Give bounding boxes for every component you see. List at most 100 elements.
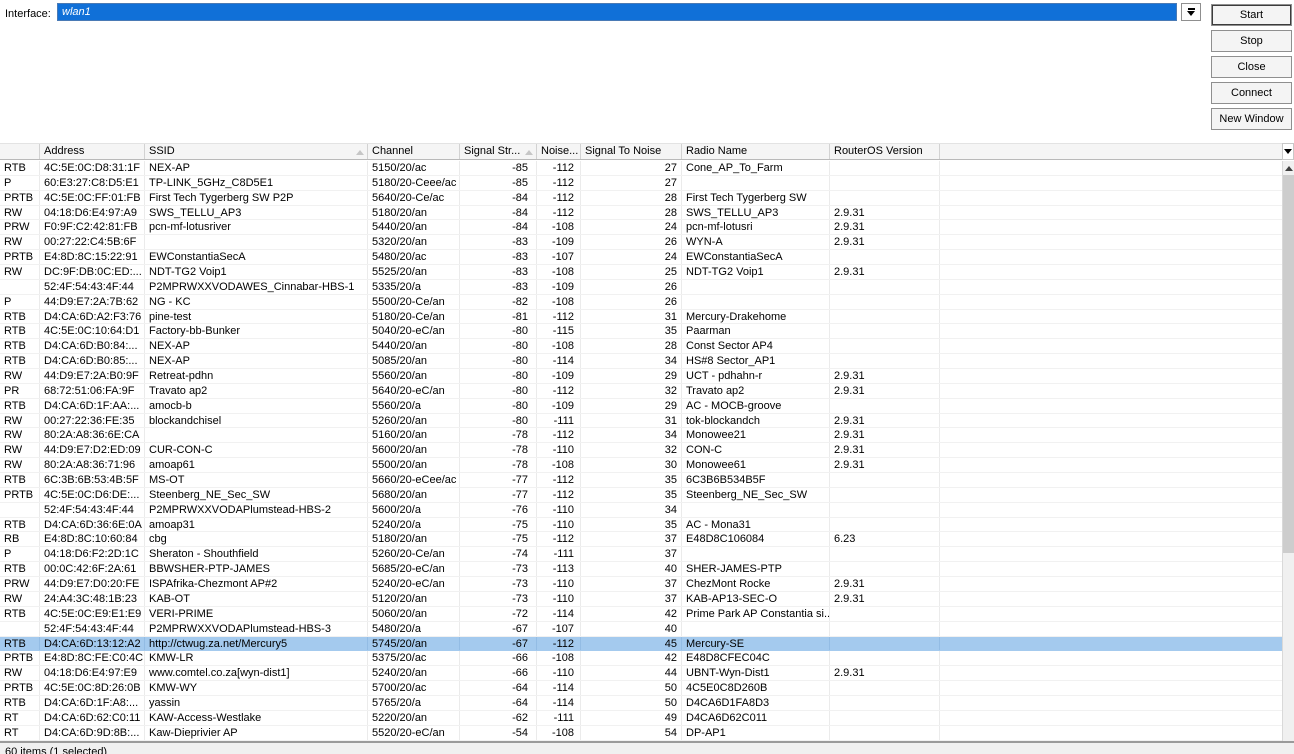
cell: 40 xyxy=(581,562,682,577)
table-row[interactable]: RTB D4:CA:6D:1F:AA:... amocb-b 5560/20/a -80… xyxy=(0,398,1282,414)
cell: 4C:5E:0C:D8:31:1F xyxy=(40,161,145,175)
table-row[interactable]: PRTB E4:8D:8C:FE:C0:4C KMW-LR 5375/20/ac -66… xyxy=(0,651,1282,667)
table-row[interactable]: RB E4:8D:8C:10:60:84 cbg 5180/20/an -75 -112 3… xyxy=(0,532,1282,548)
table-row[interactable]: 52:4F:54:43:4F:44 P2MPRWXXVODAPlumstead-H… xyxy=(0,502,1282,518)
table-row[interactable]: RT D4:CA:6D:9D:8B:... Kaw-Dieprivier AP 552… xyxy=(0,725,1282,741)
table-row[interactable]: PRTB 4C:5E:0C:FF:01:FB First Tech Tygerber… xyxy=(0,190,1282,206)
table-row[interactable]: RW 00:27:22:C4:5B:6F 5320/20/an -83 -109 26 WY… xyxy=(0,235,1282,251)
table-row[interactable]: PRTB 4C:5E:0C:D6:DE:... Steenberg_NE_Sec_S… xyxy=(0,487,1282,503)
cell: 26 xyxy=(581,294,682,309)
cell: -73 xyxy=(460,577,537,591)
column-header-flags[interactable] xyxy=(0,144,40,159)
interface-combobox[interactable]: wlan1 xyxy=(57,3,1177,21)
new-window-button[interactable]: New Window xyxy=(1211,108,1292,130)
cell: 27 xyxy=(581,175,682,190)
cell xyxy=(830,562,940,577)
table-row[interactable]: PR 68:72:51:06:FA:9F Travato ap2 5640/20-eC… xyxy=(0,383,1282,399)
close-button[interactable]: Close xyxy=(1211,56,1292,78)
cell: 5085/20/an xyxy=(368,354,460,369)
column-header-signal-to-noise[interactable]: Signal To Noise xyxy=(581,144,682,159)
cell: RTB xyxy=(0,324,40,339)
column-header-noise[interactable]: Noise... xyxy=(537,144,581,159)
table-row[interactable]: RW 00:27:22:36:FE:35 blockandchisel 5260/20… xyxy=(0,413,1282,429)
cell: P xyxy=(0,547,40,562)
table-row[interactable]: PRTB E4:8D:8C:15:22:91 EWConstantiaSecA 548… xyxy=(0,250,1282,266)
table-row[interactable]: P 60:E3:27:C8:D5:E1 TP-LINK_5GHz_C8D5E1 518… xyxy=(0,175,1282,191)
table-row[interactable]: RTB D4:CA:6D:1F:A8:... yassin 5765/20/a -64-… xyxy=(0,695,1282,711)
interface-dropdown-button[interactable] xyxy=(1181,3,1201,21)
table-row[interactable]: PRW F0:9F:C2:42:81:FB pcn-mf-lotusriver 544… xyxy=(0,220,1282,236)
table-row[interactable]: RW 04:18:D6:E4:97:E9 www.comtel.co.za[wyn-… xyxy=(0,666,1282,682)
cell: NDT-TG2 Voip1 xyxy=(145,265,368,279)
cell: NEX-AP xyxy=(145,354,368,369)
vertical-scrollbar[interactable] xyxy=(1282,161,1294,741)
cell: 5520/20-eC/an xyxy=(368,725,460,740)
table-row[interactable]: RW 44:D9:E7:D2:ED:09 CUR-CON-C 5600/20/an -7… xyxy=(0,443,1282,459)
table-row[interactable]: RTB 4C:5E:0C:10:64:D1 Factory-bb-Bunker 504… xyxy=(0,324,1282,340)
cell xyxy=(830,324,940,339)
cell xyxy=(682,175,830,190)
cell: 5640/20-eC/an xyxy=(368,383,460,398)
cell: 37 xyxy=(581,547,682,562)
table-row[interactable]: PRTB 4C:5E:0C:8D:26:0B KMW-WY 5700/20/ac -64… xyxy=(0,681,1282,696)
cell: -84 xyxy=(460,220,537,235)
cell: D4:CA:6D:36:6E:0A xyxy=(40,517,145,532)
cell: WYN-A xyxy=(682,235,830,250)
table-row-selected[interactable]: RTB D4:CA:6D:13:12:A2 http://ctwug.za.net/… xyxy=(0,636,1282,652)
cell: RTB xyxy=(0,562,40,577)
table-row[interactable]: RTB 00:0C:42:6F:2A:61 BBWSHER-PTP-JAMES 568… xyxy=(0,562,1282,578)
table-row[interactable]: RW 80:2A:A8:36:6E:CA 5160/20/an -78 -112 34 Mo… xyxy=(0,428,1282,444)
column-header-address[interactable]: Address xyxy=(40,144,145,159)
column-header-channel[interactable]: Channel xyxy=(368,144,460,159)
scrollbar-thumb[interactable] xyxy=(1283,175,1294,553)
cell: RW xyxy=(0,458,40,473)
column-header-radio-name[interactable]: Radio Name xyxy=(682,144,830,159)
cell: 40 xyxy=(581,621,682,636)
cell: -77 xyxy=(460,473,537,487)
cell-filler xyxy=(940,562,1282,576)
cell: 00:27:22:36:FE:35 xyxy=(40,413,145,428)
column-select-button[interactable] xyxy=(1282,143,1294,160)
table-row[interactable]: 52:4F:54:43:4F:44 P2MPRWXXVODAPlumstead-H… xyxy=(0,621,1282,637)
table-row[interactable]: RW 44:D9:E7:2A:B0:9F Retreat-pdhn 5560/20/a… xyxy=(0,369,1282,384)
table-row[interactable]: 52:4F:54:43:4F:44 P2MPRWXXVODAWES_Cinnaba… xyxy=(0,279,1282,295)
cell: -83 xyxy=(460,235,537,250)
table-row[interactable]: RTB D4:CA:6D:B0:84:... NEX-AP 5440/20/an -80… xyxy=(0,339,1282,355)
table-row[interactable]: RTB D4:CA:6D:36:6E:0A amoap31 5240/20/a -75-… xyxy=(0,517,1282,533)
table-row[interactable]: P 04:18:D6:F2:2D:1C Sheraton - Shouthfield… xyxy=(0,547,1282,563)
cell: VERI-PRIME xyxy=(145,606,368,621)
cell: -83 xyxy=(460,265,537,279)
cell: 5240/20-eC/an xyxy=(368,577,460,591)
cell xyxy=(830,681,940,695)
scroll-up-button[interactable] xyxy=(1283,161,1294,175)
table-row[interactable]: RTB 4C:5E:0C:E9:E1:E9 VERI-PRIME 5060/20/an… xyxy=(0,606,1282,622)
column-header-signal-strength[interactable]: Signal Str... xyxy=(460,144,537,159)
table-row[interactable]: RTB 6C:3B:6B:53:4B:5F MS-OT 5660/20-eCee/ac… xyxy=(0,473,1282,488)
cell: RTB xyxy=(0,398,40,413)
table-row[interactable]: RTB D4:CA:6D:B0:85:... NEX-AP 5085/20/an -80… xyxy=(0,354,1282,370)
table-row[interactable]: PRW 44:D9:E7:D0:20:FE ISPAfrika-Chezmont A… xyxy=(0,577,1282,592)
cell: pcn-mf-lotusri xyxy=(682,220,830,235)
stop-button[interactable]: Stop xyxy=(1211,30,1292,52)
table-row[interactable]: RW 24:A4:3C:48:1B:23 KAB-OT 5120/20/an -73 -1… xyxy=(0,591,1282,607)
table-row[interactable]: RTB 4C:5E:0C:D8:31:1F NEX-AP 5150/20/ac -85-… xyxy=(0,161,1282,176)
cell: -107 xyxy=(537,621,581,636)
cell: SHER-JAMES-PTP xyxy=(682,562,830,577)
column-header-routeros-version[interactable]: RouterOS Version xyxy=(830,144,940,159)
cell: 2.9.31 xyxy=(830,220,940,235)
cell: RTB xyxy=(0,339,40,354)
start-button[interactable]: Start xyxy=(1211,4,1292,26)
table-row[interactable]: RW 80:2A:A8:36:71:96 amoap61 5500/20/an -78-… xyxy=(0,458,1282,474)
cell: 5260/20/an xyxy=(368,413,460,428)
table-row[interactable]: RT D4:CA:6D:62:C0:11 KAW-Access-Westlake 52… xyxy=(0,710,1282,726)
connect-button[interactable]: Connect xyxy=(1211,82,1292,104)
table-row[interactable]: RW 04:18:D6:E4:97:A9 SWS_TELLU_AP3 5180/20/… xyxy=(0,205,1282,221)
table-row[interactable]: P 44:D9:E7:2A:7B:62 NG - KC 5500/20-Ce/an -8… xyxy=(0,294,1282,310)
column-header-ssid[interactable]: SSID xyxy=(145,144,368,159)
cell: 5640/20-Ce/ac xyxy=(368,190,460,205)
cell: Travato ap2 xyxy=(682,383,830,398)
cell-filler xyxy=(940,503,1282,517)
table-row[interactable]: RTB D4:CA:6D:A2:F3:76 pine-test 5180/20-Ce/… xyxy=(0,309,1282,325)
table-row[interactable]: RW DC:9F:DB:0C:ED:... NDT-TG2 Voip1 5525/20… xyxy=(0,265,1282,280)
cell: 5180/20/an xyxy=(368,532,460,547)
